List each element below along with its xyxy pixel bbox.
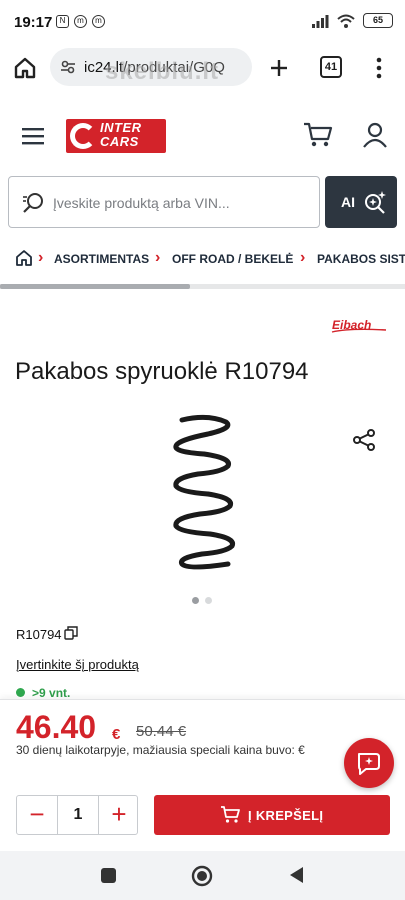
- notification-icon: N: [56, 15, 69, 28]
- carousel-dot-active[interactable]: [192, 597, 199, 604]
- logo-text-line2: CARS: [100, 134, 139, 149]
- product-sku: R10794: [16, 627, 62, 642]
- url-bar[interactable]: ic24.lt/produktai/G0Q skelbiu.lt: [50, 48, 252, 86]
- stock-status-dot: [16, 688, 25, 697]
- share-icon[interactable]: [352, 428, 376, 452]
- lowest-price-note: 30 dienų laikotarpyje, mažiausia special…: [16, 743, 305, 757]
- quantity-decrease-button[interactable]: −: [17, 796, 57, 834]
- breadcrumb-item[interactable]: OFF ROAD / BEKELĖ: [172, 252, 293, 266]
- site-header: INTER CARS: [0, 96, 405, 176]
- quantity-stepper: − 1 +: [16, 795, 138, 835]
- account-icon[interactable]: [363, 122, 387, 148]
- sku-value: R10794: [16, 627, 62, 642]
- cart-icon[interactable]: [303, 122, 333, 148]
- logo-text-line1: INTER: [100, 120, 142, 135]
- intercars-logo[interactable]: INTER CARS: [66, 119, 166, 153]
- product-image[interactable]: [168, 412, 240, 572]
- carousel-dot[interactable]: [205, 597, 212, 604]
- status-bar: 19:17 N m m 65: [0, 0, 405, 44]
- price-currency: €: [112, 726, 121, 743]
- breadcrumb: › ASORTIMENTAS › OFF ROAD / BEKELĖ › PAK…: [0, 244, 405, 274]
- brand-logo: Eibach: [331, 318, 387, 333]
- chevron-right-icon: ›: [38, 249, 44, 266]
- breadcrumb-home-icon[interactable]: [16, 250, 32, 266]
- copy-icon[interactable]: [64, 626, 78, 640]
- messenger-icon: m: [74, 15, 87, 28]
- wifi-icon: [337, 14, 355, 28]
- product-title: Pakabos spyruoklė R10794: [15, 358, 309, 385]
- recents-icon[interactable]: [101, 868, 116, 883]
- url-text: ic24.lt/produktai/G0Q: [84, 59, 249, 76]
- notification-icons: N m m: [56, 15, 105, 28]
- price: 46.40: [16, 709, 97, 745]
- search-icon: [23, 193, 43, 213]
- ai-label: AI: [341, 194, 355, 210]
- quantity-increase-button[interactable]: +: [99, 796, 139, 834]
- old-price: 50.44 €: [136, 723, 187, 740]
- tab-switcher-button[interactable]: 41: [320, 56, 342, 78]
- ai-search-button[interactable]: AI: [325, 176, 397, 228]
- search-input[interactable]: Įveskite produktą arba VIN...: [8, 176, 320, 228]
- chevron-right-icon: ›: [155, 249, 161, 266]
- chat-button[interactable]: [344, 738, 394, 788]
- menu-icon[interactable]: [22, 127, 44, 145]
- back-icon[interactable]: [288, 866, 304, 884]
- search-placeholder: Įveskite produktą arba VIN...: [53, 195, 230, 211]
- battery-icon: 65: [363, 13, 393, 28]
- logo-mark: [70, 123, 96, 149]
- add-to-cart-label: Į KREPŠELĮ: [248, 808, 324, 823]
- system-icons: 65: [311, 13, 393, 28]
- home-nav-icon[interactable]: [191, 865, 213, 887]
- new-tab-icon[interactable]: [268, 57, 290, 79]
- rate-product-link[interactable]: Įvertinkite šį produktą: [16, 657, 139, 672]
- breadcrumb-item[interactable]: ASORTIMENTAS: [54, 252, 149, 266]
- site-info-icon[interactable]: [60, 59, 76, 75]
- url-domain: ic24.lt: [84, 59, 124, 76]
- browser-toolbar: ic24.lt/produktai/G0Q skelbiu.lt 41: [0, 44, 405, 96]
- signal-icon: [312, 14, 329, 28]
- url-path: /produktai/G0Q: [123, 59, 225, 76]
- cart-icon: [221, 806, 240, 823]
- system-nav-bar: [0, 851, 405, 900]
- logo-text: INTER CARS: [100, 121, 142, 149]
- chevron-right-icon: ›: [300, 249, 306, 266]
- stock-status: >9 vnt.: [32, 686, 71, 700]
- breadcrumb-scroll-thumb[interactable]: [0, 284, 190, 289]
- clock: 19:17: [14, 14, 53, 31]
- messenger-icon: m: [92, 15, 105, 28]
- home-icon[interactable]: [14, 57, 36, 79]
- breadcrumb-item[interactable]: PAKABOS SIST: [317, 252, 405, 266]
- chat-sparkle-icon: [358, 753, 380, 775]
- brand-logo-text: Eibach: [332, 318, 371, 332]
- add-to-cart-button[interactable]: Į KREPŠELĮ: [154, 795, 390, 835]
- ai-sparkle-search-icon: [365, 191, 386, 214]
- more-vert-icon[interactable]: [372, 56, 386, 80]
- quantity-input[interactable]: 1: [57, 796, 99, 834]
